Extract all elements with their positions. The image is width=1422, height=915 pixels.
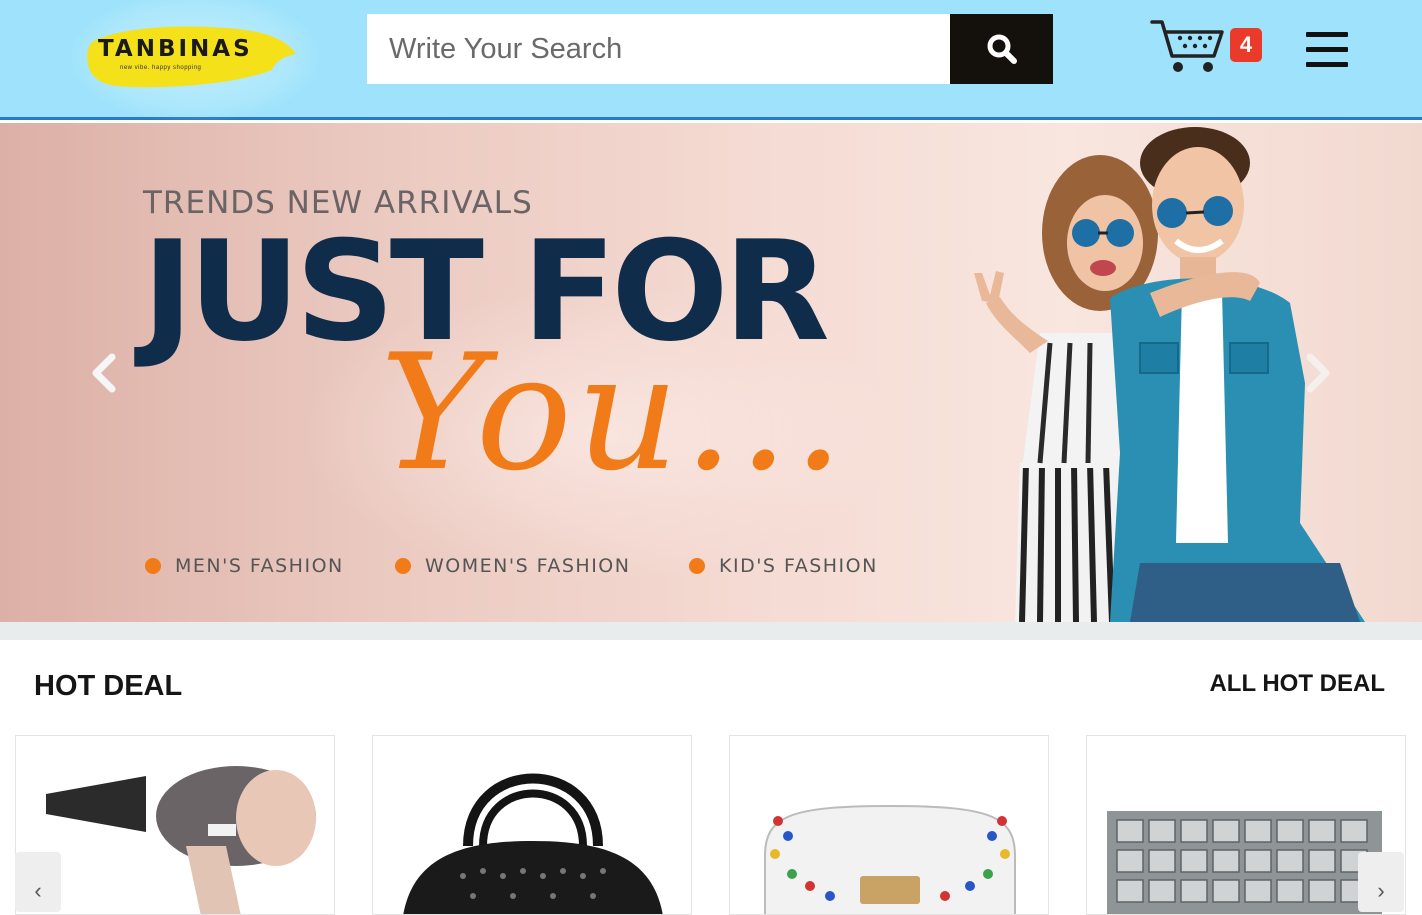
menu-button[interactable]: [1306, 30, 1350, 70]
products-next-button[interactable]: ›: [1358, 852, 1404, 912]
black-handbag-image: [403, 773, 663, 914]
chevron-left-icon: ‹: [34, 878, 42, 903]
section-divider: [0, 622, 1422, 640]
banner-categories: MEN'S FASHION WOMEN'S FASHION KID'S FASH…: [145, 555, 905, 585]
cart-button[interactable]: [1150, 16, 1226, 76]
products-prev-button[interactable]: ‹: [15, 852, 61, 912]
bullet-dot-icon: [145, 558, 161, 574]
product-card[interactable]: [15, 735, 335, 915]
site-header: TANBINAS new vibe. happy shopping 4: [0, 0, 1422, 122]
carousel-prev-icon[interactable]: [86, 351, 126, 395]
menu-icon-bar: [1306, 62, 1348, 67]
category-mens[interactable]: MEN'S FASHION: [145, 555, 344, 577]
hair-dryer-image: [46, 766, 316, 914]
carousel-next-icon[interactable]: [1298, 351, 1338, 395]
cart-count-badge: 4: [1230, 28, 1262, 62]
hot-deal-title: HOT DEAL: [34, 670, 183, 702]
bullet-dot-icon: [395, 558, 411, 574]
category-kids[interactable]: KID'S FASHION: [689, 555, 878, 577]
category-label: MEN'S FASHION: [175, 555, 344, 577]
chevron-right-icon: ›: [1377, 878, 1385, 903]
search-button[interactable]: [950, 14, 1053, 84]
menu-icon: [1306, 32, 1348, 37]
hero-banner[interactable]: TRENDS NEW ARRIVALS JUST FOR You... MEN'…: [0, 123, 1422, 622]
bullet-dot-icon: [689, 558, 705, 574]
cart-icon: [1150, 20, 1224, 72]
search-input[interactable]: [367, 14, 950, 84]
search-bar: [367, 14, 1053, 84]
search-icon: [987, 34, 1017, 64]
site-logo[interactable]: TANBINAS new vibe. happy shopping: [68, 0, 326, 122]
category-label: KID'S FASHION: [719, 555, 878, 577]
product-card[interactable]: [372, 735, 692, 915]
logo-wordmark: TANBINAS: [98, 36, 253, 62]
white-studded-bag-image: [764, 804, 1016, 914]
banner-script-text: You...: [380, 319, 848, 506]
product-card[interactable]: [729, 735, 1049, 915]
logo-tagline: new vibe. happy shopping: [120, 65, 202, 71]
category-womens[interactable]: WOMEN'S FASHION: [395, 555, 630, 577]
all-hot-deal-link[interactable]: ALL HOT DEAL: [1209, 670, 1385, 698]
category-label: WOMEN'S FASHION: [425, 555, 631, 577]
menu-icon-bar: [1306, 47, 1348, 52]
